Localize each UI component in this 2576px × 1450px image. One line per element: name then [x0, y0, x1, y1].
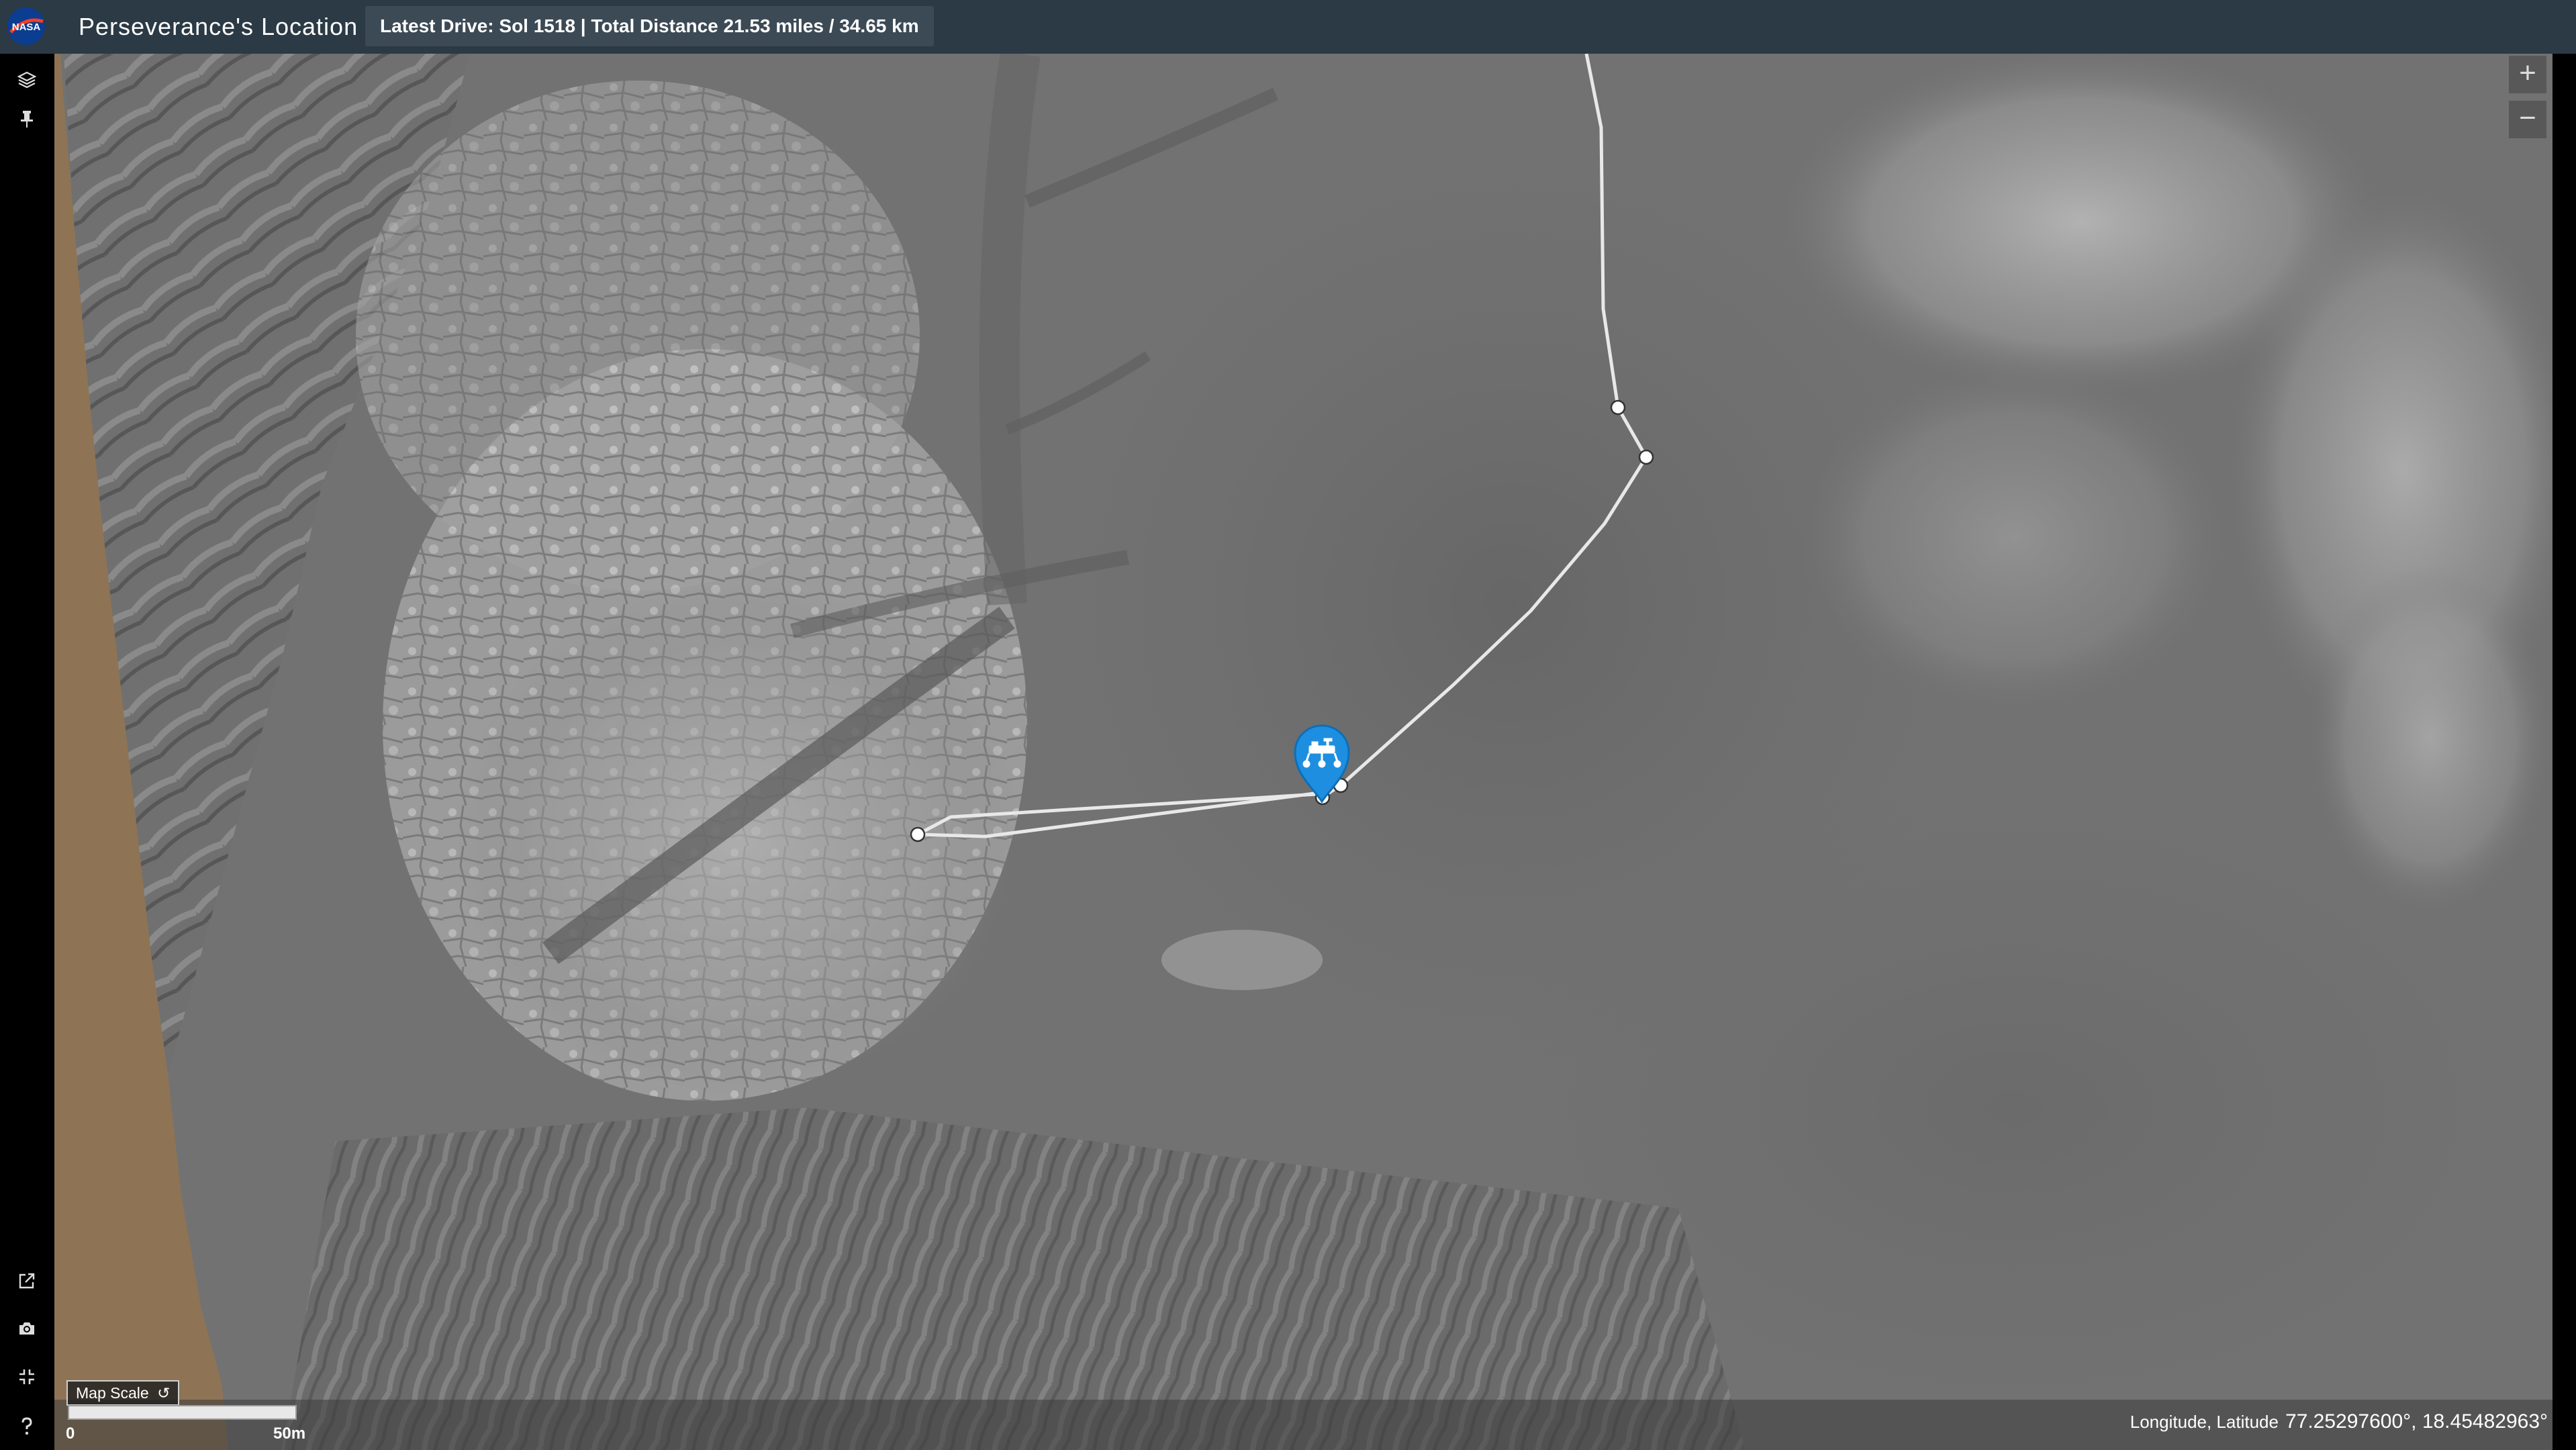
scale-bar — [68, 1405, 297, 1420]
header-bar: NASA Perseverance's Location Latest Driv… — [0, 0, 2576, 54]
nasa-logo[interactable]: NASA — [7, 7, 46, 46]
layers-button[interactable] — [9, 62, 44, 97]
camera-icon — [19, 1322, 34, 1335]
page-title: Perseverance's Location — [79, 13, 359, 40]
map-scale-toggle[interactable]: Map Scale ↺ — [66, 1380, 180, 1406]
collapse-icon — [19, 1369, 34, 1384]
open-external-button[interactable] — [9, 1263, 44, 1298]
waypoint — [910, 826, 926, 842]
collapse-button[interactable] — [9, 1359, 44, 1394]
help-icon — [21, 1417, 32, 1435]
help-button[interactable] — [9, 1408, 44, 1443]
right-edge — [2553, 54, 2576, 1450]
cursor-coordinates: Longitude, Latitude 77.25297600°, 18.4548… — [2130, 1410, 2548, 1434]
scale-end-label: 50m — [273, 1424, 306, 1443]
zoom-out-button[interactable]: − — [2509, 101, 2546, 138]
reset-icon: ↺ — [157, 1384, 171, 1402]
scale-start-label: 0 — [66, 1424, 75, 1443]
zoom-in-button[interactable]: + — [2509, 56, 2546, 93]
latest-drive-info: Latest Drive: Sol 1518 | Total Distance … — [365, 6, 934, 46]
pin-icon — [21, 111, 33, 128]
left-toolbar — [0, 54, 54, 1450]
map-scale-label: Map Scale — [76, 1384, 149, 1402]
waypoint — [1638, 449, 1654, 465]
coordinates-label: Longitude, Latitude — [2130, 1412, 2279, 1432]
screenshot-button[interactable] — [9, 1311, 44, 1346]
rover-location-marker[interactable] — [1293, 724, 1351, 803]
layers-icon — [17, 71, 37, 89]
pin-button[interactable] — [9, 101, 44, 136]
nasa-logo-text: NASA — [12, 21, 41, 33]
coordinates-value: 77.25297600°, 18.45482963° — [2285, 1410, 2548, 1433]
external-link-icon — [19, 1273, 35, 1289]
waypoint — [1610, 399, 1626, 416]
